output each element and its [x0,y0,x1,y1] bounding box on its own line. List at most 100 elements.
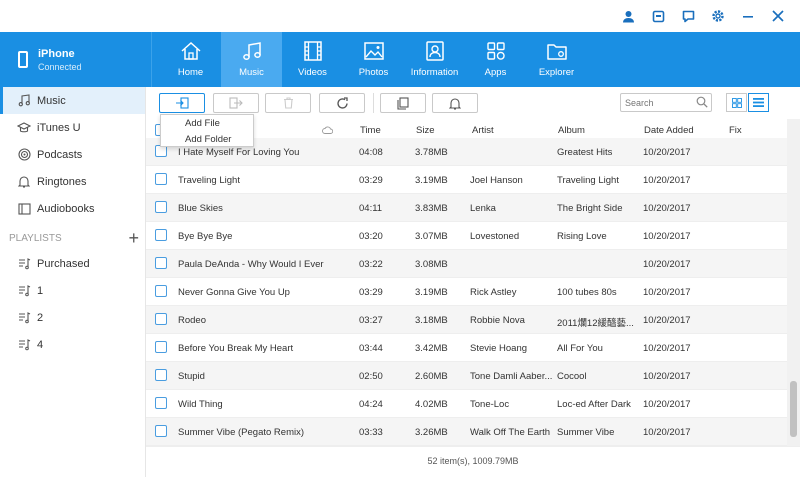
sidebar-playlist-1[interactable]: 1 [0,277,145,304]
column-header-album[interactable]: Album [558,125,585,136]
row-checkbox[interactable] [155,285,167,297]
title-bar [0,0,800,32]
sidebar-item-music[interactable]: Music [0,87,145,114]
cell-date: 10/20/2017 [643,371,691,382]
cell-artist: Rick Astley [470,287,517,298]
column-header-date-added[interactable]: Date Added [644,125,694,136]
cell-size: 3.42MB [415,343,448,354]
row-checkbox[interactable] [155,425,167,437]
cell-size: 3.26MB [415,427,448,438]
row-checkbox[interactable] [155,257,167,269]
delete-button[interactable] [265,93,311,113]
tab-photos[interactable]: Photos [343,32,404,87]
row-checkbox[interactable] [155,397,167,409]
table-row[interactable]: Stupid 02:50 2.60MB Tone Damli Aaber... Coco… [146,362,787,390]
add-button[interactable] [159,93,205,113]
tab-information[interactable]: Information [404,32,465,87]
feedback-icon[interactable] [680,8,696,24]
cell-artist: Lenka [470,203,496,214]
column-header-artist[interactable]: Artist [472,125,494,136]
cell-time: 03:29 [359,287,383,298]
minimize-icon[interactable] [740,8,756,24]
cell-title: Traveling Light [178,175,240,186]
sidebar-item-label: Music [37,94,66,107]
sidebar-item-itunes-u[interactable]: iTunes U [0,114,145,141]
cell-album: 2011爛12緩醯藝... [557,318,634,329]
add-playlist-icon[interactable]: + [128,228,139,249]
table-row[interactable]: Before You Break My Heart 03:44 3.42MB Stev… [146,334,787,362]
table-row[interactable]: Summer Vibe (Pegato Remix) 03:33 3.26MB Wal… [146,418,787,446]
table-row[interactable]: Blue Skies 04:11 3.83MB Lenka The Bright Sid… [146,194,787,222]
user-icon[interactable] [620,8,636,24]
window-controls [620,8,786,24]
cell-time: 03:22 [359,259,383,270]
table-row[interactable]: Bye Bye Bye 03:20 3.07MB Lovestoned Rising L… [146,222,787,250]
sidebar-playlist-purchased[interactable]: Purchased [0,250,145,277]
cell-album: All For You [557,343,603,354]
tab-label: Videos [298,67,327,78]
toolbox-icon[interactable] [650,8,666,24]
vertical-scrollbar[interactable] [787,119,800,446]
music-note-icon [17,94,31,108]
tab-label: Explorer [538,67,575,78]
table-row[interactable]: Rodeo 03:27 3.18MB Robbie Nova 2011爛12緩醯藝...… [146,306,787,334]
cell-size: 3.07MB [415,231,448,242]
settings-gear-icon[interactable] [710,8,726,24]
tab-music[interactable]: Music [221,32,282,87]
sidebar-playlist-2[interactable]: 2 [0,304,145,331]
column-header-fix[interactable]: Fix [729,125,742,136]
sidebar-playlist-4[interactable]: 4 [0,331,145,358]
row-checkbox[interactable] [155,341,167,353]
cell-artist: Walk Off The Earth [470,427,551,438]
tab-home[interactable]: Home [160,32,221,87]
cell-time: 03:29 [359,175,383,186]
cell-album: Summer Vibe [557,427,615,438]
row-checkbox[interactable] [155,369,167,381]
table-row[interactable]: Traveling Light 03:29 3.19MB Joel Hanson Tra… [146,166,787,194]
playlist-icon [17,284,31,298]
book-icon [17,202,31,216]
device-info[interactable]: iPhone Connected [0,32,152,87]
column-header-size[interactable]: Size [416,125,434,136]
cell-time: 03:20 [359,231,383,242]
bell-icon [449,97,461,110]
refresh-button[interactable] [319,93,365,113]
table-row[interactable]: Wild Thing 04:24 4.02MB Tone-Loc Loc-ed Afte… [146,390,787,418]
column-header-time[interactable]: Time [360,125,381,136]
table-row[interactable]: Paula DeAnda - Why Would I Ever 03:22 3.08… [146,250,787,278]
sidebar-item-label: 1 [37,284,44,297]
close-icon[interactable] [770,8,786,24]
main-header: iPhone Connected Home Music Videos Photo… [0,32,800,87]
grid-view-button[interactable] [726,93,747,112]
tab-label: Music [239,67,264,78]
sidebar-item-label: Audiobooks [37,202,95,215]
search-icon[interactable] [696,96,708,108]
cell-title: Stupid [178,371,205,382]
import-icon [176,97,189,109]
list-view-button[interactable] [748,93,769,112]
row-checkbox[interactable] [155,173,167,185]
cell-artist: Robbie Nova [470,315,525,326]
sidebar-item-podcasts[interactable]: Podcasts [0,141,145,168]
sidebar-item-label: iTunes U [37,121,81,134]
cell-size: 4.02MB [415,399,448,410]
row-checkbox[interactable] [155,313,167,325]
sidebar-item-audiobooks[interactable]: Audiobooks [0,195,145,222]
cell-artist: Lovestoned [470,231,520,242]
table-row[interactable]: Never Gonna Give You Up 03:29 3.19MB Rick A… [146,278,787,306]
tab-explorer[interactable]: Explorer [526,32,587,87]
row-checkbox[interactable] [155,229,167,241]
sidebar-item-ringtones[interactable]: Ringtones [0,168,145,195]
row-checkbox[interactable] [155,201,167,213]
deduplicate-button[interactable] [380,93,426,113]
tab-apps[interactable]: Apps [465,32,526,87]
ringtone-maker-button[interactable] [432,93,478,113]
cell-time: 04:24 [359,399,383,410]
export-button[interactable] [213,93,259,113]
cell-time: 04:11 [359,203,383,214]
menu-item-add-file[interactable]: Add File [161,116,253,131]
menu-item-add-folder[interactable]: Add Folder [161,132,253,147]
scrollbar-thumb[interactable] [790,381,797,437]
export-icon [229,97,243,109]
tab-videos[interactable]: Videos [282,32,343,87]
